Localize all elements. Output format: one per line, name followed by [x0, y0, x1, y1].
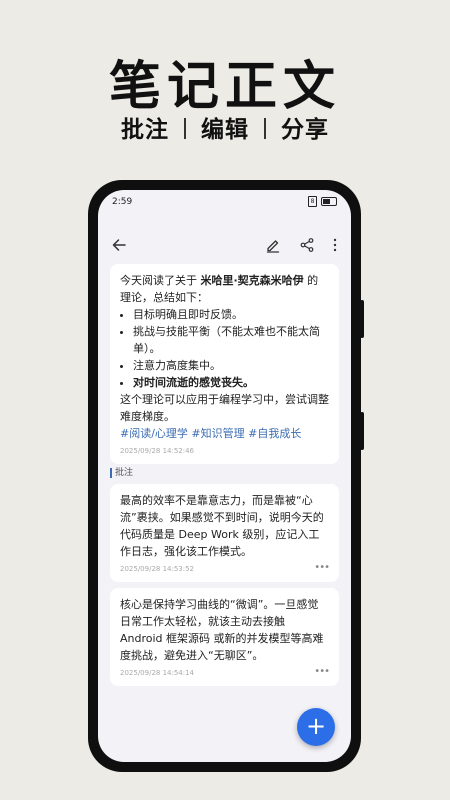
status-time: 2:59 — [112, 197, 133, 207]
divider — [264, 118, 266, 139]
app-screen: 2:59 8 今天阅读了关于 米哈里·契克森米哈伊 的理论，总结如下： • 目标… — [98, 190, 351, 762]
more-menu-button[interactable] — [322, 230, 348, 260]
more-horizontal-icon[interactable]: ••• — [314, 667, 330, 677]
list-item: 注意力高度集中。 — [133, 357, 329, 374]
note-tags[interactable]: #阅读/心理学 #知识管理 #自我成长 — [120, 425, 329, 442]
status-bar: 2:59 8 — [98, 190, 351, 214]
promo-subtitle: 批注 编辑 分享 — [0, 110, 450, 144]
share-button[interactable] — [294, 230, 320, 260]
back-button[interactable] — [106, 230, 132, 260]
list-item: 目标明确且即时反馈。 — [133, 306, 329, 323]
annotation-text: 核心是保持学习曲线的“微调”。一旦感觉日常工作太轻松，就该主动去接触 Andro… — [120, 598, 324, 662]
promo-subtitle-share: 分享 — [281, 117, 329, 143]
phone-frame: 2:59 8 今天阅读了关于 米哈里·契克森米哈伊 的理论，总结如下： • 目标… — [88, 180, 364, 772]
promo-subtitle-edit: 编辑 — [201, 117, 249, 143]
note-intro: 今天阅读了关于 米哈里·契克森米哈伊 的理论，总结如下： — [120, 274, 319, 304]
list-item: 对时间流逝的感觉丧失。 — [133, 374, 329, 391]
divider — [184, 118, 186, 139]
more-vertical-icon — [333, 238, 337, 252]
annotation-card[interactable]: 核心是保持学习曲线的“微调”。一旦感觉日常工作太轻松，就该主动去接触 Andro… — [110, 588, 339, 686]
volume-button — [360, 300, 364, 338]
promo-title: 笔记正文 — [108, 57, 341, 117]
add-annotation-button[interactable]: + — [297, 708, 335, 746]
power-button — [360, 412, 364, 450]
note-timestamp: 2025/09/28 14:52:46 — [120, 447, 195, 455]
pencil-icon — [266, 240, 280, 253]
arrow-left-icon — [112, 239, 126, 251]
more-horizontal-icon[interactable]: ••• — [314, 563, 330, 573]
note-bullet-list: 目标明确且即时反馈。 挑战与技能平衡（不能太难也不能太简单）。 注意力高度集中。… — [120, 306, 329, 391]
plus-icon: + — [305, 712, 327, 740]
annotations-section-label: 批注 — [110, 468, 133, 478]
list-item: 挑战与技能平衡（不能太难也不能太简单）。 — [133, 323, 329, 357]
promo-subtitle-annotate: 批注 — [121, 117, 169, 143]
share-icon — [300, 238, 314, 252]
note-author: 米哈里·契克森米哈伊 — [200, 274, 304, 287]
note-conclusion: 这个理论可以应用于编程学习中，尝试调整难度梯度。 — [120, 393, 329, 423]
battery-icon — [321, 197, 337, 206]
toolbar — [98, 230, 351, 260]
annotation-timestamp: 2025/09/28 14:53:52 ••• — [120, 562, 330, 574]
note-card[interactable]: 今天阅读了关于 米哈里·契克森米哈伊 的理论，总结如下： 目标明确且即时反馈。 … — [110, 264, 339, 464]
annotation-text: 最高的效率不是靠意志力，而是靠被“心流”裹挟。如果感觉不到时间，说明今天的代码质… — [120, 494, 324, 558]
sim-icon: 8 — [308, 196, 317, 207]
annotation-card[interactable]: 最高的效率不是靠意志力，而是靠被“心流”裹挟。如果感觉不到时间，说明今天的代码质… — [110, 484, 339, 582]
edit-button[interactable] — [260, 230, 286, 260]
annotation-timestamp: 2025/09/28 14:54:14 ••• — [120, 666, 330, 678]
